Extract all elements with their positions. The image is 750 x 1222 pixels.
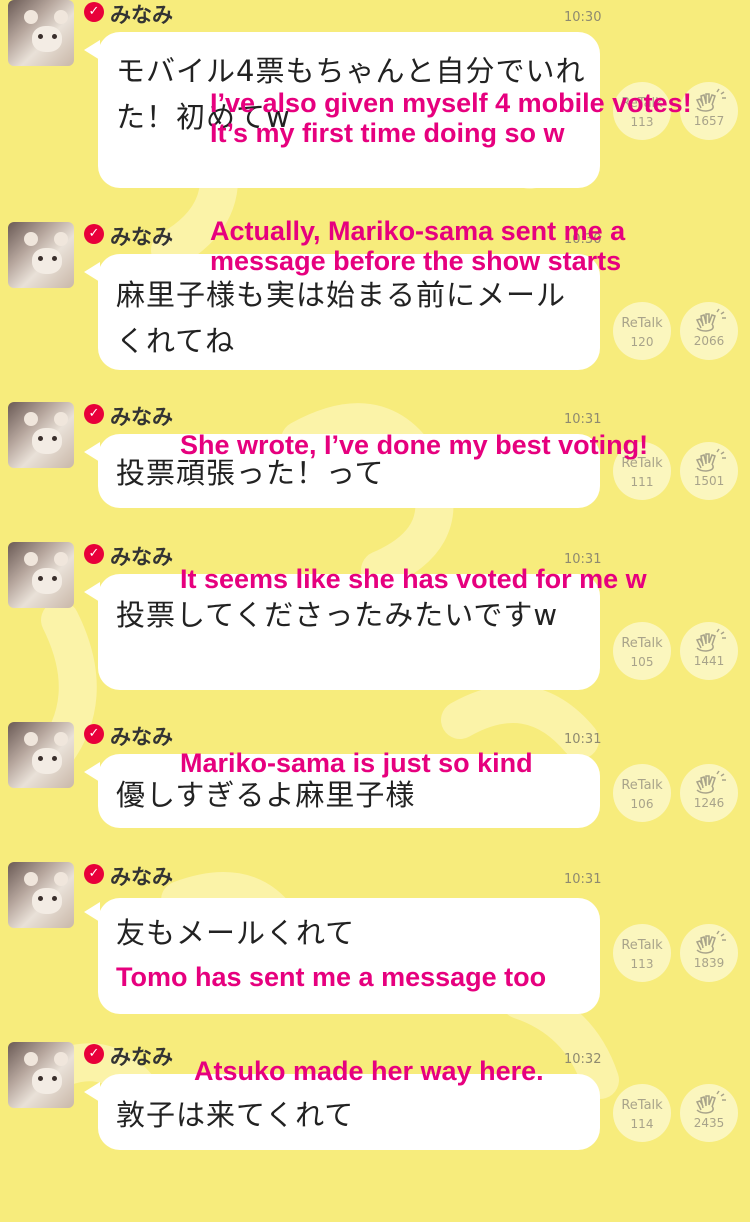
message-text: 投票してくださったみたいですw — [116, 598, 559, 632]
clap-count: 1246 — [693, 796, 725, 810]
clap-count: 2435 — [693, 1116, 725, 1130]
message-text: 友もメールくれて — [116, 916, 356, 950]
clap-button[interactable]: 1501 — [680, 442, 738, 500]
clap-count: 1839 — [693, 956, 725, 970]
clap-icon — [695, 1090, 726, 1114]
retalk-count: 106 — [630, 797, 654, 811]
avatar[interactable] — [8, 722, 74, 788]
clap-count: 1441 — [693, 654, 725, 668]
retalk-label: ReTalk — [621, 938, 663, 953]
retalk-label: ReTalk — [621, 1098, 663, 1113]
verified-check-icon: ✓ — [84, 1044, 104, 1064]
timestamp: 10:30 — [564, 10, 602, 25]
retalk-button[interactable]: ReTalk 106 — [613, 764, 671, 822]
clap-icon — [695, 930, 726, 954]
avatar[interactable] — [8, 1042, 74, 1108]
clap-count: 2066 — [693, 334, 725, 348]
retalk-count: 114 — [630, 1117, 654, 1131]
translation-line: It seems like she has voted for me w — [180, 564, 647, 594]
author-name[interactable]: みなみ — [110, 0, 173, 29]
author-name[interactable]: みなみ — [110, 1041, 173, 1071]
verified-check-icon: ✓ — [84, 724, 104, 744]
retalk-label: ReTalk — [621, 778, 663, 793]
avatar[interactable] — [8, 222, 74, 288]
clap-button[interactable]: 1839 — [680, 924, 738, 982]
verified-check-icon: ✓ — [84, 224, 104, 244]
verified-check-icon: ✓ — [84, 544, 104, 564]
message-text: 優しすぎるよ麻里子様 — [116, 778, 416, 812]
timestamp: 10:31 — [564, 732, 602, 747]
clap-icon — [695, 628, 726, 652]
message-text: 敦子は来てくれて — [116, 1098, 355, 1132]
translation-line: She wrote, I’ve done my best voting! — [180, 430, 649, 460]
retalk-label: ReTalk — [621, 636, 663, 651]
translation-line: Tomo has sent me a message too — [116, 962, 547, 992]
clap-button[interactable]: 2435 — [680, 1084, 738, 1142]
timestamp: 10:32 — [564, 1052, 602, 1067]
timestamp: 10:31 — [564, 872, 602, 887]
translation-line: message before the show starts — [210, 246, 622, 276]
translation-line: It’s my first time doing so w — [210, 118, 565, 148]
message-item: ✓ みなみ 10:31 友もメールくれて ReTalk 113 1839 Tom… — [0, 862, 750, 1042]
verified-check-icon: ✓ — [84, 404, 104, 424]
translation-line: I’ve also given myself 4 mobile votes! — [210, 88, 692, 118]
author-name[interactable]: みなみ — [110, 401, 173, 431]
retalk-label: ReTalk — [621, 316, 663, 331]
clap-icon — [695, 88, 726, 112]
translation-line: Mariko-sama is just so kind — [180, 748, 533, 778]
author-name[interactable]: みなみ — [110, 221, 173, 251]
message-item: ✓ みなみ 10:30 モバイル4票もちゃんと自分でいれた！初めてw ReTal… — [0, 0, 750, 188]
message-item: ✓ みなみ 10:30 麻里子様も実は始まる前にメールくれてね ReTalk 1… — [0, 216, 750, 402]
clap-icon — [695, 448, 726, 472]
clap-button[interactable]: 1441 — [680, 622, 738, 680]
retalk-button[interactable]: ReTalk 114 — [613, 1084, 671, 1142]
message-text: 麻里子様も実は始まる前にメールくれてね — [116, 278, 567, 358]
avatar[interactable] — [8, 0, 74, 66]
clap-button[interactable]: 1246 — [680, 764, 738, 822]
translation-line: Actually, Mariko-sama sent me a — [210, 216, 626, 246]
timestamp: 10:31 — [564, 412, 602, 427]
retalk-count: 113 — [630, 957, 654, 971]
retalk-count: 105 — [630, 655, 654, 669]
retalk-button[interactable]: ReTalk 120 — [613, 302, 671, 360]
retalk-button[interactable]: ReTalk 113 — [613, 924, 671, 982]
retalk-count: 120 — [630, 335, 654, 349]
message-item: ✓ みなみ 10:32 敦子は来てくれて ReTalk 114 2435 Ats… — [0, 1042, 750, 1222]
avatar[interactable] — [8, 402, 74, 468]
clap-icon — [695, 770, 726, 794]
avatar[interactable] — [8, 542, 74, 608]
author-name[interactable]: みなみ — [110, 721, 173, 751]
clap-count: 1501 — [693, 474, 725, 488]
author-name[interactable]: みなみ — [110, 861, 173, 891]
translation-line: Atsuko made her way here. — [194, 1056, 544, 1086]
author-name[interactable]: みなみ — [110, 541, 173, 571]
verified-check-icon: ✓ — [84, 864, 104, 884]
retalk-count: 111 — [630, 475, 654, 489]
retalk-button[interactable]: ReTalk 105 — [613, 622, 671, 680]
avatar[interactable] — [8, 862, 74, 928]
message-item: ✓ みなみ 10:31 投票してくださったみたいですw ReTalk 105 1… — [0, 542, 750, 722]
verified-check-icon: ✓ — [84, 2, 104, 22]
clap-button[interactable]: 2066 — [680, 302, 738, 360]
clap-icon — [695, 308, 726, 332]
